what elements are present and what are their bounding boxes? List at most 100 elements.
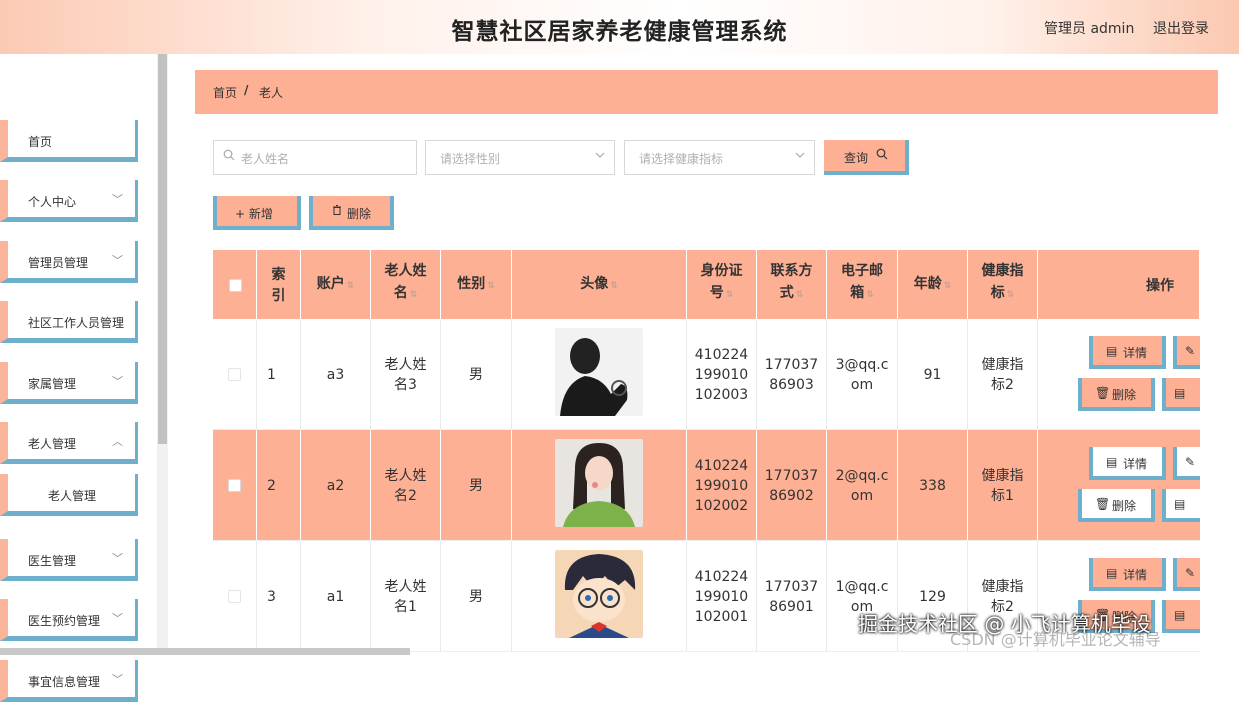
- trash-icon: 🗑: [1095, 386, 1111, 400]
- row-health: 健康指: [981, 579, 1024, 595]
- row-phone: 177037: [764, 357, 819, 373]
- row-account: a3: [326, 367, 345, 383]
- row-checkbox[interactable]: [228, 479, 241, 492]
- row-checkbox[interactable]: [228, 590, 241, 603]
- chevron-down-icon: ﹀: [112, 375, 123, 388]
- row-checkbox[interactable]: [228, 368, 241, 381]
- document-icon: ▤: [1174, 497, 1186, 511]
- report-button[interactable]: ▤: [1162, 378, 1200, 411]
- table-row[interactable]: 1 a3 老人姓 名3 男 410224 199010 102003 17703…: [213, 319, 1200, 430]
- delete-button-label: 删除: [347, 207, 372, 221]
- sidebar-item-label: 医生管理: [28, 554, 77, 568]
- row-delete-button[interactable]: 🗑 删除: [1078, 378, 1155, 411]
- health-select[interactable]: 请选择健康指标: [624, 140, 815, 175]
- edit-button[interactable]: ✎: [1173, 558, 1200, 591]
- detail-button[interactable]: ▤ 详情: [1089, 558, 1166, 591]
- row-age: 338: [919, 478, 946, 494]
- sort-icon: ⇅: [1006, 290, 1015, 300]
- admin-user-label: 管理员 admin: [1044, 21, 1135, 37]
- table-header-name[interactable]: 老人姓 名 ⇅: [371, 250, 441, 319]
- query-button[interactable]: 查询: [824, 140, 909, 175]
- breadcrumb-home[interactable]: 首页: [213, 84, 237, 101]
- detail-button[interactable]: ▤ 详情: [1089, 447, 1166, 480]
- table-header-idcard[interactable]: 身份证 号 ⇅: [687, 250, 757, 319]
- row-phone: 86903: [769, 377, 814, 393]
- row-index: 3: [267, 589, 276, 605]
- chevron-down-icon: [594, 149, 606, 164]
- edit-button[interactable]: ✎: [1173, 447, 1200, 480]
- chevron-up-icon: ︿: [112, 435, 123, 448]
- sort-icon: ⇅: [610, 281, 618, 291]
- sidebar-item-label: 首页: [28, 135, 53, 149]
- sidebar-item-label: 家属管理: [28, 377, 77, 391]
- sort-icon: ⇅: [487, 281, 495, 291]
- chevron-down-icon: [794, 149, 806, 164]
- sidebar-item-admin[interactable]: 管理员管理 ﹀: [0, 241, 138, 283]
- row-account: a2: [326, 478, 345, 494]
- table-header-avatar[interactable]: 头像 ⇅: [512, 250, 687, 319]
- sidebar-item-family[interactable]: 家属管理 ﹀: [0, 362, 138, 404]
- select-all-checkbox[interactable]: [229, 279, 242, 292]
- sidebar-item-doctor[interactable]: 医生管理 ﹀: [0, 539, 138, 581]
- sidebar-item-elderly[interactable]: 老人管理 ︿: [0, 422, 138, 464]
- table-header-gender[interactable]: 性别 ⇅: [441, 250, 512, 319]
- trash-icon: [331, 204, 343, 219]
- chevron-down-icon: ﹀: [112, 612, 123, 625]
- row-name: 名3: [394, 377, 417, 393]
- sidebar-item-profile[interactable]: 个人中心 ﹀: [0, 180, 138, 222]
- report-button[interactable]: ▤: [1162, 600, 1200, 633]
- row-index: 1: [267, 367, 276, 383]
- sidebar-item-home[interactable]: 首页: [0, 120, 138, 162]
- sidebar-scrollbar-thumb[interactable]: [158, 54, 167, 444]
- table-header-phone[interactable]: 联系方 式 ⇅: [757, 250, 827, 319]
- avatar: [555, 328, 643, 416]
- row-name: 老人姓: [384, 357, 427, 373]
- row-idcard: 199010: [694, 367, 749, 383]
- table-header-select: [213, 250, 257, 319]
- row-phone: 86902: [769, 488, 814, 504]
- table-header-age[interactable]: 年龄 ⇅: [898, 250, 968, 319]
- row-idcard: 410224: [694, 569, 749, 585]
- table-row[interactable]: 2 a2 老人姓 名2 男 410224 199010 102002 17703…: [213, 430, 1200, 541]
- sort-icon: ⇅: [866, 290, 874, 300]
- row-gender: 男: [469, 478, 483, 494]
- sidebar-item-label: 老人管理: [28, 437, 77, 451]
- row-idcard: 102003: [694, 387, 749, 403]
- table-header-email[interactable]: 电子邮 箱 ⇅: [827, 250, 898, 319]
- document-icon: ▤: [1106, 455, 1118, 469]
- search-icon: [223, 149, 235, 164]
- delete-button[interactable]: 删除: [309, 196, 394, 230]
- logout-link[interactable]: 退出登录: [1153, 18, 1209, 38]
- row-email: 3@qq.c: [835, 357, 889, 373]
- chevron-down-icon: ﹀: [112, 673, 123, 686]
- table-header-account[interactable]: 账户 ⇅: [301, 250, 371, 319]
- row-health: 健康指: [981, 468, 1024, 484]
- sort-icon: ⇅: [943, 281, 952, 291]
- edit-button[interactable]: ✎: [1173, 336, 1200, 369]
- table-header-index[interactable]: 索 引: [257, 250, 301, 319]
- sort-icon: ⇅: [409, 290, 418, 300]
- add-button[interactable]: + 新增: [213, 196, 301, 230]
- name-search-input[interactable]: 老人姓名: [213, 140, 417, 175]
- row-health: 标2: [991, 377, 1014, 393]
- sidebar-item-label: 社区工作人员管理: [28, 316, 125, 330]
- sidebar-item-matters[interactable]: 事宜信息管理 ﹀: [0, 660, 138, 702]
- sidebar-item-community-staff[interactable]: 社区工作人员管理: [0, 301, 138, 343]
- sort-icon: ⇅: [725, 290, 734, 300]
- document-icon: ▤: [1174, 386, 1186, 400]
- add-button-label: + 新增: [235, 207, 273, 221]
- row-delete-button[interactable]: 🗑 删除: [1078, 489, 1155, 522]
- sidebar-item-label: 医生预约管理: [28, 614, 101, 628]
- table-header-health[interactable]: 健康指 标 ⇅: [968, 250, 1038, 319]
- gender-select[interactable]: 请选择性别: [425, 140, 615, 175]
- detail-button[interactable]: ▤ 详情: [1089, 336, 1166, 369]
- edit-icon: ✎: [1185, 455, 1196, 469]
- breadcrumb: [195, 70, 1218, 114]
- row-idcard: 102002: [694, 498, 749, 514]
- sidebar-subitem-elderly-manage[interactable]: 老人管理: [0, 474, 138, 516]
- sidebar-item-appointment[interactable]: 医生预约管理 ﹀: [0, 599, 138, 641]
- row-email: om: [850, 488, 874, 504]
- report-button[interactable]: ▤: [1162, 489, 1200, 522]
- search-icon: [876, 148, 888, 163]
- horizontal-scrollbar[interactable]: [0, 648, 410, 655]
